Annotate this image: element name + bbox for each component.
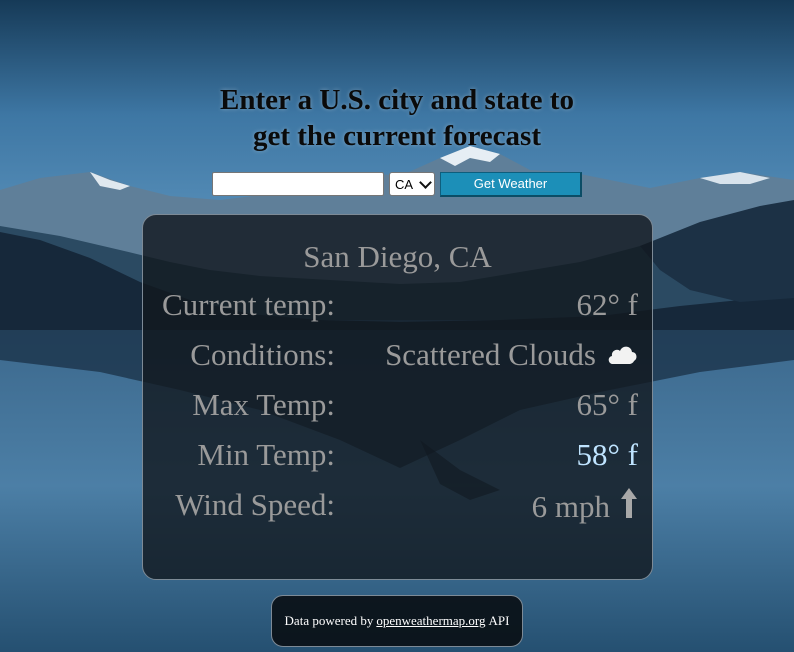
state-select[interactable]: CA xyxy=(389,172,435,196)
min-temp-value: 58° f xyxy=(577,437,638,473)
wind-speed-text: 6 mph xyxy=(531,489,610,524)
footer-suffix: API xyxy=(488,613,510,628)
page-heading: Enter a U.S. city and state to get the c… xyxy=(0,82,794,154)
min-temp-label: Min Temp: xyxy=(197,437,335,472)
weather-card: San Diego, CA Current temp: 62° f Condit… xyxy=(142,214,653,580)
current-temp-label: Current temp: xyxy=(161,287,335,322)
max-temp-value: 65° f xyxy=(577,387,638,423)
state-select-value: CA xyxy=(395,176,414,192)
max-temp-label: Max Temp: xyxy=(192,387,335,422)
openweathermap-link[interactable]: openweathermap.org xyxy=(376,613,485,629)
heading-line-2: get the current forecast xyxy=(252,120,541,152)
search-form: CA Get Weather xyxy=(212,171,582,197)
current-temp-text: 62° f xyxy=(576,287,638,322)
footer-prefix: Data powered by xyxy=(284,613,374,628)
conditions-value: Scattered Clouds xyxy=(385,337,638,373)
wind-direction-arrow-icon xyxy=(620,487,638,527)
get-weather-button[interactable]: Get Weather xyxy=(440,171,582,197)
wind-speed-label: Wind Speed: xyxy=(175,487,335,522)
location-title: San Diego, CA xyxy=(303,239,492,274)
conditions-label: Conditions: xyxy=(190,337,335,372)
heading-line-1: Enter a U.S. city and state to xyxy=(220,84,574,116)
current-temp-value: 62° f xyxy=(577,287,638,323)
cloud-icon xyxy=(606,337,638,373)
max-temp-text: 65° f xyxy=(576,387,638,422)
chevron-down-icon xyxy=(419,176,432,189)
city-input[interactable] xyxy=(212,172,384,196)
min-temp-text: 58° f xyxy=(576,437,638,472)
wind-speed-value: 6 mph xyxy=(532,487,638,527)
conditions-text: Scattered Clouds xyxy=(385,337,596,372)
footer-attribution: Data powered by openweathermap.org API xyxy=(271,595,523,647)
